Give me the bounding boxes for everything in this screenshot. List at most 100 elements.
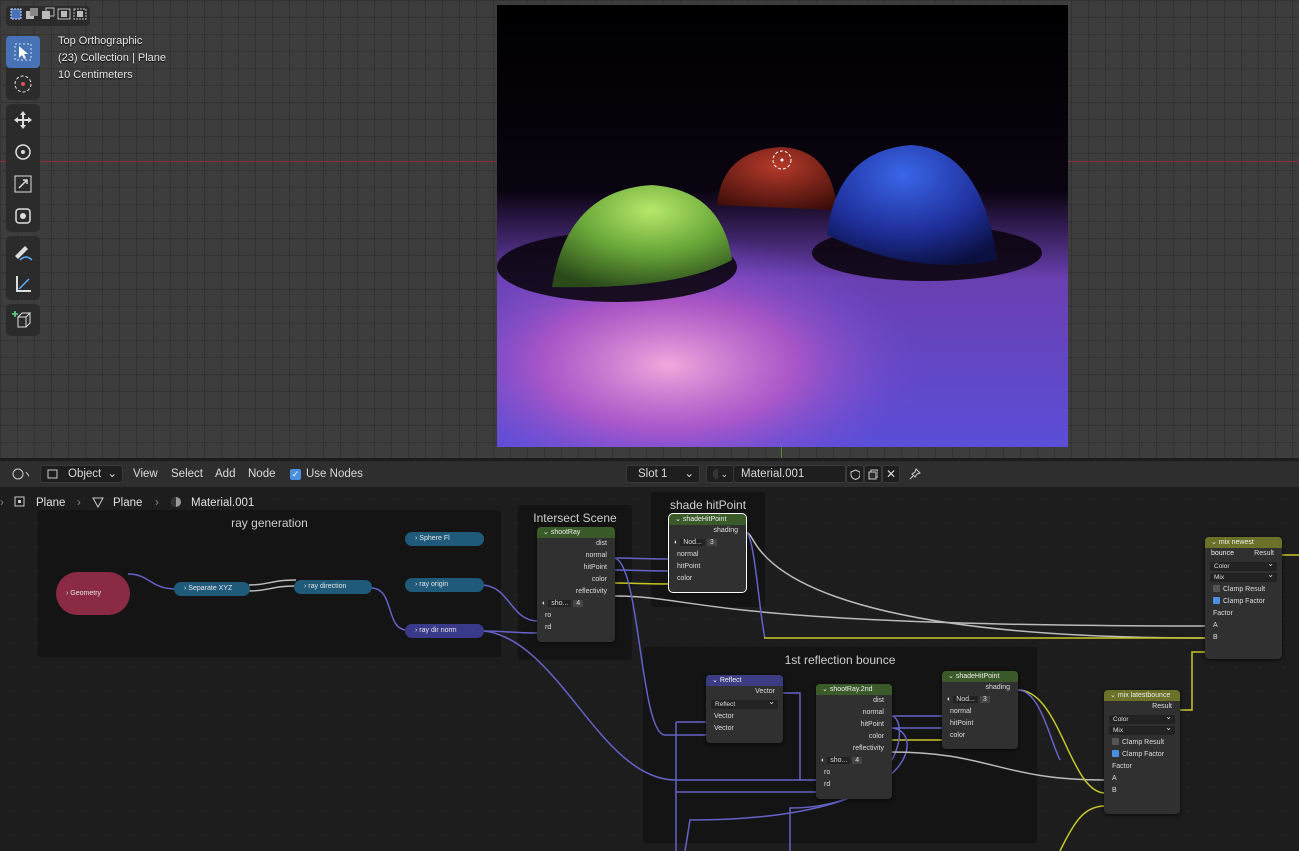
clamp-result-checkbox[interactable]: Clamp Result — [1205, 584, 1282, 596]
menu-node[interactable]: Node — [248, 468, 276, 480]
ray-origin-node[interactable]: › ray origin — [405, 578, 484, 592]
input-vector: Vector — [714, 713, 734, 720]
3d-cursor-icon — [14, 75, 32, 93]
mix-newest-bounce-node[interactable]: ⌄ mix newest bounce Result Color Mix Cla… — [1205, 537, 1282, 659]
clamp-factor-label: Clamp Factor — [1223, 598, 1266, 605]
mesh-object-icon — [14, 496, 26, 511]
move-tool[interactable] — [6, 104, 40, 136]
cursor-tool[interactable] — [6, 68, 40, 100]
ray-dir-norm-node[interactable]: › ray dir norm — [405, 624, 484, 638]
material-name: Material.001 — [741, 468, 805, 480]
checkbox-checked-icon: ✓ — [290, 468, 301, 480]
group-name: sho... — [827, 757, 851, 764]
sphere-fl-node[interactable]: › Sphere Fl — [405, 532, 484, 546]
selection-mode-toggles[interactable] — [6, 6, 90, 26]
clamp-factor-checkbox[interactable]: Clamp Factor — [1205, 596, 1282, 608]
select-new-icon[interactable] — [9, 7, 23, 21]
measure-tool[interactable] — [6, 268, 40, 300]
object-mode-dropdown[interactable]: Object ⌄ — [40, 465, 123, 483]
input-a: A — [1112, 775, 1117, 782]
node-group-selector[interactable]: ◐ sho... 4 — [537, 598, 615, 610]
user-count: 4 — [852, 757, 863, 764]
separate-xyz-node[interactable]: › Separate XYZ — [174, 582, 250, 596]
breadcrumb-material[interactable]: Material.001 — [191, 497, 254, 509]
blend-mode-dropdown[interactable]: Mix — [1210, 570, 1277, 582]
ray-direction-label: ray direction — [308, 583, 347, 590]
rotate-tool[interactable] — [6, 136, 40, 168]
clamp-factor-checkbox[interactable]: Clamp Factor — [1104, 749, 1180, 761]
chevron-right-icon: › — [0, 497, 4, 509]
clamp-result-checkbox[interactable]: Clamp Result — [1104, 737, 1180, 749]
breadcrumb-object[interactable]: Plane — [36, 497, 65, 509]
material-browse-button[interactable]: ⌄ — [706, 465, 734, 483]
select-subtract-icon[interactable] — [41, 7, 55, 21]
shootray-node[interactable]: ⌄ shootRay dist normal hitPoint color re… — [537, 527, 615, 642]
checkbox-icon — [1213, 585, 1220, 592]
copy-icon — [868, 469, 878, 479]
node-header[interactable]: ⌄ mix latestbounce — [1104, 690, 1180, 701]
scale-tool[interactable] — [6, 168, 40, 200]
input-factor: Factor — [1112, 763, 1132, 770]
checkbox-icon — [1112, 738, 1119, 745]
object-mode-label: Object — [68, 468, 102, 480]
node-header[interactable]: ⌄ shootRay — [537, 527, 615, 538]
output-shading: shading — [713, 527, 738, 534]
slot-dropdown[interactable]: Slot 1 ⌄ — [626, 465, 700, 483]
node-header[interactable]: ⌄ mix newest bounce — [1205, 537, 1282, 557]
unlink-material-button[interactable]: ✕ — [882, 465, 900, 483]
pencil-icon — [15, 246, 33, 261]
input-color: color — [950, 732, 966, 739]
mix-latestbounce-node[interactable]: ⌄ mix latestbounce Result Color Mix Clam… — [1104, 690, 1180, 814]
node-header[interactable]: ⌄ shadeHitPoint — [942, 671, 1018, 682]
node-group-selector[interactable]: ◐ sho... 4 — [816, 755, 892, 767]
input-ro: ro — [824, 769, 831, 776]
reflect-mode-dropdown[interactable]: Reflect — [711, 697, 778, 709]
fake-user-button[interactable] — [846, 465, 864, 483]
material-name-field[interactable]: Material.001 — [734, 465, 846, 483]
ruler-icon — [16, 276, 31, 292]
chevron-down-icon: ⌄ — [684, 468, 694, 480]
chevron-down-icon: ⌄ — [720, 468, 728, 479]
chevron-right-icon: › — [304, 583, 307, 590]
add-cube-icon — [12, 311, 32, 328]
3d-viewport[interactable]: Top Orthographic (23) Collection | Plane… — [0, 0, 1299, 458]
select-extend-icon[interactable] — [25, 7, 39, 21]
blend-mode-dropdown[interactable]: Mix — [1109, 723, 1175, 735]
menu-add[interactable]: Add — [215, 468, 235, 480]
geometry-node-label: Geometry — [70, 590, 102, 597]
shadehitpoint-2-node[interactable]: ⌄ shadeHitPoint shading ◐ Nod... 3 norma… — [942, 671, 1018, 749]
node-group-selector[interactable]: ◐ Nod... 3 — [669, 537, 746, 549]
output-hitpoint: hitPoint — [583, 564, 607, 571]
transform-tool[interactable] — [6, 200, 40, 232]
use-nodes-toggle[interactable]: ✓ Use Nodes — [285, 465, 368, 483]
shootray-2nd-node[interactable]: ⌄ shootRay.2nd dist normal hitPoint colo… — [816, 684, 892, 799]
node-group-selector[interactable]: ◐ Nod... 3 — [942, 694, 1018, 706]
input-b: B — [1213, 634, 1218, 641]
grid-scale: 10 Centimeters — [58, 69, 133, 81]
breadcrumb-mesh[interactable]: Plane — [113, 497, 142, 509]
shadehitpoint-node[interactable]: ⌄ shadeHitPoint shading ◐ Nod... 3 norma… — [668, 513, 747, 593]
chevron-right-icon: › — [184, 585, 187, 592]
input-rd: rd — [545, 624, 552, 631]
select-invert-icon[interactable] — [57, 7, 71, 21]
editor-type-button[interactable] — [6, 465, 34, 483]
node-title: shadeHitPoint — [682, 516, 727, 523]
menu-view[interactable]: View — [133, 468, 158, 480]
node-header[interactable]: ⌄ Reflect — [706, 675, 783, 686]
menu-select[interactable]: Select — [171, 468, 203, 480]
ray-direction-node[interactable]: › ray direction — [294, 580, 372, 594]
add-cube-tool[interactable] — [6, 304, 40, 336]
node-tree-icon: ◐ — [947, 696, 952, 703]
select-box-tool[interactable] — [6, 36, 40, 68]
node-header[interactable]: ⌄ shootRay.2nd — [816, 684, 892, 695]
annotate-tool[interactable] — [6, 236, 40, 268]
output-color: color — [591, 576, 607, 583]
duplicate-material-button[interactable] — [864, 465, 882, 483]
close-icon: ✕ — [886, 467, 897, 481]
group-name: Nod... — [953, 696, 978, 703]
reflect-node[interactable]: ⌄ Reflect Vector Reflect Vector Vector — [706, 675, 783, 743]
pin-button[interactable] — [906, 465, 924, 483]
node-header[interactable]: ⌄ shadeHitPoint — [669, 514, 746, 525]
geometry-node[interactable]: › Geometry — [56, 572, 130, 615]
select-intersect-icon[interactable] — [73, 7, 87, 21]
